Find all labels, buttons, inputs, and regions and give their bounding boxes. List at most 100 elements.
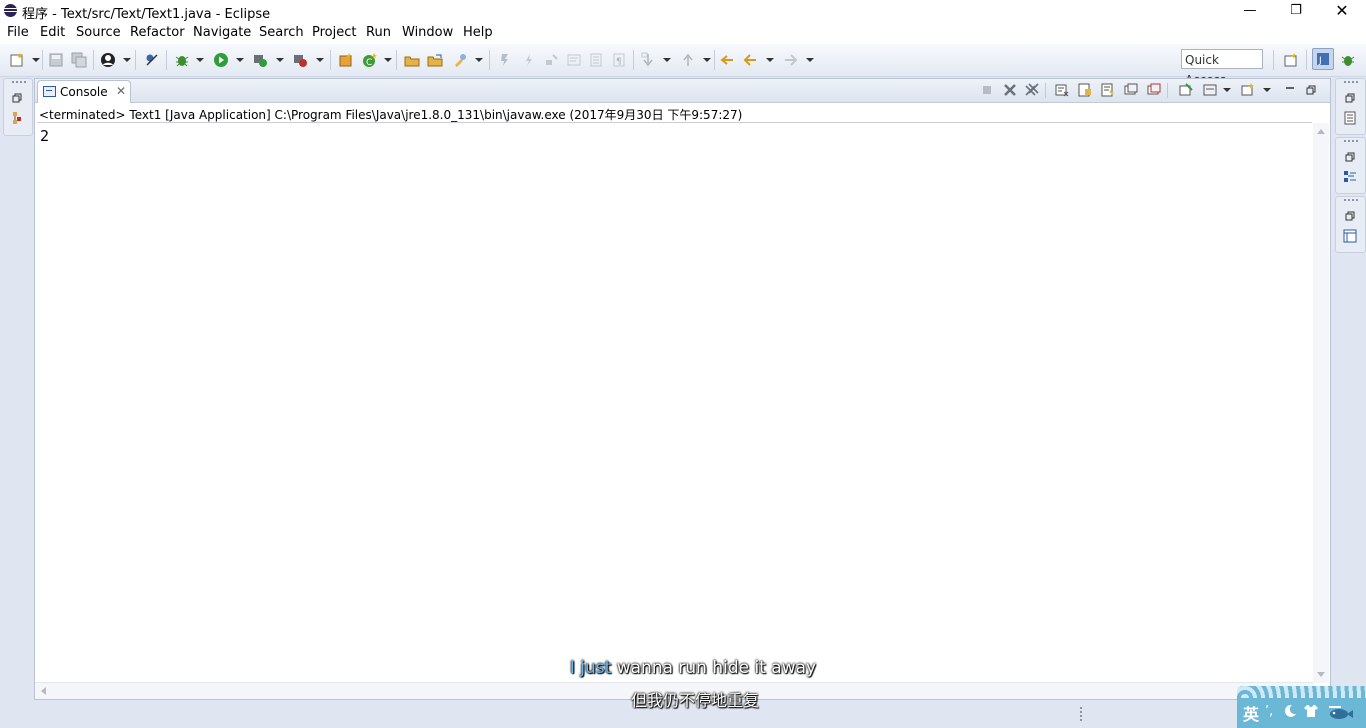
open-type-icon[interactable] (404, 52, 420, 68)
trim-drag-handle[interactable] (1344, 140, 1358, 142)
tab-close-icon[interactable]: ✕ (116, 84, 126, 98)
word-wrap-console-icon[interactable] (1101, 83, 1115, 97)
pin-console-icon[interactable] (1179, 83, 1193, 97)
minimize-button[interactable]: — (1227, 0, 1273, 22)
menu-project[interactable]: Project (312, 25, 356, 40)
menu-edit[interactable]: Edit (40, 25, 65, 40)
open-perspective-icon[interactable] (1283, 52, 1299, 68)
debug-icon[interactable] (174, 52, 190, 68)
maximize-button[interactable]: ❐ (1273, 0, 1319, 22)
toggle-breadcrumb-icon[interactable] (521, 52, 537, 68)
toggle-block-selection-icon[interactable] (544, 52, 560, 68)
search-flashlight-icon[interactable] (452, 52, 468, 68)
tab-console[interactable]: Console ✕ (37, 80, 131, 103)
trim-group-editor (1335, 196, 1366, 253)
next-annotation-dropdown-icon[interactable] (663, 58, 671, 62)
minimize-view-icon[interactable] (1283, 83, 1297, 97)
menu-help[interactable]: Help (463, 25, 493, 40)
trim-drag-handle[interactable] (12, 81, 26, 83)
show-console-on-error-icon[interactable] (1147, 83, 1161, 97)
terminate-icon[interactable] (980, 83, 994, 97)
task-list-icon[interactable] (1343, 111, 1357, 125)
run-dropdown-icon[interactable] (236, 58, 244, 62)
debug-dropdown-icon[interactable] (196, 58, 204, 62)
save-all-icon[interactable] (71, 52, 87, 68)
package-explorer-icon[interactable] (11, 111, 25, 125)
svg-text:C: C (366, 58, 372, 68)
remove-launch-icon[interactable] (1003, 83, 1017, 97)
trim-drag-handle[interactable] (1344, 199, 1358, 201)
menu-window[interactable]: Window (402, 25, 453, 40)
previous-annotation-dropdown-icon[interactable] (703, 58, 711, 62)
open-console-icon[interactable] (1241, 83, 1255, 97)
next-annotation-icon[interactable] (640, 52, 656, 68)
previous-annotation-icon[interactable] (680, 52, 696, 68)
search-dropdown-icon[interactable] (475, 58, 483, 62)
profile-icon[interactable] (100, 52, 116, 68)
last-edit-location-icon[interactable] (719, 52, 735, 68)
menu-file[interactable]: File (7, 25, 29, 40)
maximize-view-icon[interactable] (1305, 83, 1319, 97)
open-console-dropdown-icon[interactable] (1263, 88, 1271, 92)
ime-language-label[interactable]: 英 (1243, 701, 1259, 725)
external-tools-icon[interactable] (292, 52, 308, 68)
restore-icon[interactable] (12, 93, 22, 103)
outline-icon[interactable] (1343, 170, 1357, 184)
show-console-on-output-icon[interactable] (1124, 83, 1138, 97)
display-selected-console-icon[interactable] (1203, 83, 1217, 97)
restore-icon[interactable] (1345, 211, 1355, 221)
display-console-dropdown-icon[interactable] (1223, 88, 1231, 92)
toggle-mark-occurrences-icon[interactable] (497, 52, 513, 68)
toolbar-separator (633, 50, 634, 70)
menu-source[interactable]: Source (76, 25, 121, 40)
moon-icon[interactable] (1283, 704, 1297, 718)
ime-punctuation-icon[interactable]: ’, (1265, 704, 1273, 719)
trim-drag-handle[interactable] (1344, 81, 1358, 83)
menu-search[interactable]: Search (259, 25, 304, 40)
coverage-icon[interactable] (252, 52, 268, 68)
paragraph-icon[interactable]: ¶ (611, 52, 627, 68)
restore-icon[interactable] (1345, 93, 1355, 103)
profile-dropdown-icon[interactable] (123, 58, 131, 62)
fish-icon[interactable] (1325, 702, 1355, 722)
java-perspective-button[interactable]: J (1312, 48, 1334, 70)
left-trim-stack (3, 78, 33, 136)
forward-dropdown-icon[interactable] (806, 58, 814, 62)
clear-console-icon[interactable] (1055, 83, 1069, 97)
quick-access-input[interactable]: Quick Access (1181, 49, 1263, 87)
menu-run[interactable]: Run (366, 25, 391, 40)
vertical-scrollbar[interactable] (1313, 123, 1329, 683)
new-java-class-icon[interactable]: C (362, 52, 378, 68)
forward-icon[interactable] (783, 52, 799, 68)
new-dropdown-icon[interactable] (32, 58, 40, 62)
word-wrap-icon[interactable] (566, 52, 582, 68)
run-icon[interactable] (213, 52, 229, 68)
console-output-text[interactable]: 2 (40, 127, 49, 145)
ime-toolbar[interactable]: 英 ’, (1237, 686, 1366, 728)
toolbar-separator (330, 50, 331, 70)
back-icon[interactable] (742, 52, 758, 68)
debug-perspective-icon[interactable] (1340, 52, 1356, 68)
scroll-lock-icon[interactable] (1078, 83, 1092, 97)
show-whitespace-icon[interactable] (588, 52, 604, 68)
scroll-up-icon[interactable] (1317, 129, 1325, 134)
toolbar-separator (396, 50, 397, 70)
back-dropdown-icon[interactable] (766, 58, 774, 62)
new-file-icon[interactable] (9, 52, 25, 68)
close-window-button[interactable]: ✕ (1319, 0, 1365, 22)
skip-breakpoints-icon[interactable] (144, 52, 160, 68)
restore-icon[interactable] (1345, 152, 1355, 162)
new-java-package-icon[interactable] (338, 52, 354, 68)
menu-navigate[interactable]: Navigate (193, 25, 251, 40)
editor-area-icon[interactable] (1343, 229, 1357, 243)
remove-all-terminated-icon[interactable] (1025, 83, 1039, 97)
new-class-dropdown-icon[interactable] (384, 58, 392, 62)
coverage-dropdown-icon[interactable] (276, 58, 284, 62)
save-icon[interactable] (48, 52, 64, 68)
trim-group-outline (1335, 78, 1366, 135)
menu-refactor[interactable]: Refactor (130, 25, 185, 40)
open-task-icon[interactable] (427, 52, 443, 68)
shirt-icon[interactable] (1303, 704, 1319, 718)
toolbar-separator (1306, 50, 1307, 70)
external-tools-dropdown-icon[interactable] (316, 58, 324, 62)
